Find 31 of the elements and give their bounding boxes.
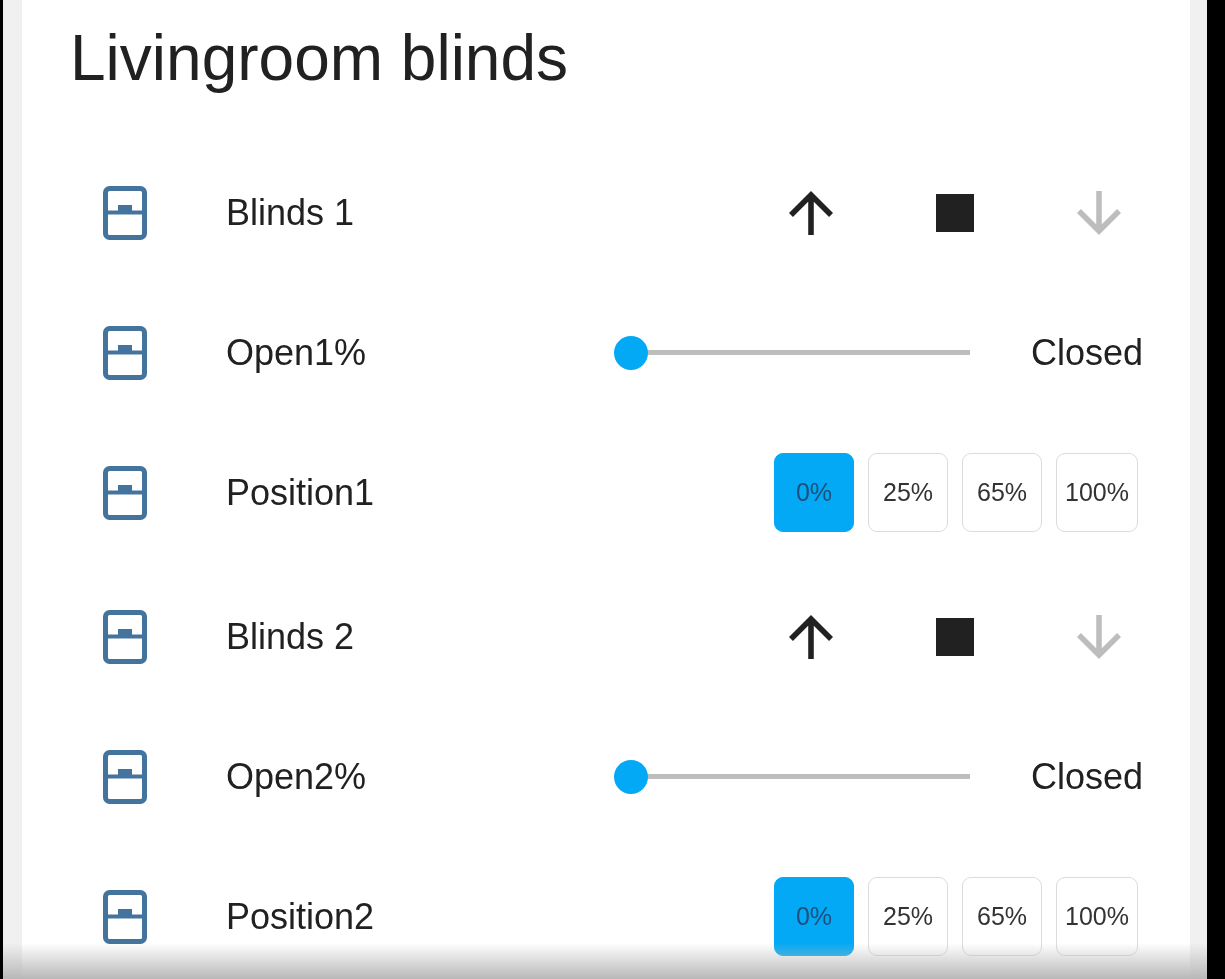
entity-name: Position1 xyxy=(226,471,375,514)
entity-name: Position2 xyxy=(226,895,375,938)
entity-name: Open1% xyxy=(226,331,367,374)
position-option-button[interactable]: 100% xyxy=(1056,453,1138,532)
down-arrow-icon xyxy=(1077,191,1121,235)
slider-track[interactable] xyxy=(613,335,970,370)
entity-name: Blinds 2 xyxy=(226,616,355,658)
slider-thumb[interactable] xyxy=(613,759,648,794)
position-option-button[interactable]: 65% xyxy=(962,877,1043,956)
window-blind-icon xyxy=(103,749,147,804)
slider-thumb[interactable] xyxy=(613,335,648,370)
window-blind-icon xyxy=(103,325,147,380)
stop-icon xyxy=(936,194,974,232)
slider-track[interactable] xyxy=(613,759,970,794)
position-option-button[interactable]: 65% xyxy=(962,453,1043,532)
entity-name: Open2% xyxy=(226,755,367,798)
slider-state-text: Closed xyxy=(1030,331,1143,374)
window-blind-icon xyxy=(103,465,147,520)
down-arrow-icon xyxy=(1077,615,1121,659)
slider-state-text: Closed xyxy=(1030,755,1143,798)
window-blind-icon xyxy=(103,889,147,944)
position-option-button[interactable]: 100% xyxy=(1056,877,1138,956)
window-blind-icon xyxy=(103,186,147,240)
position-option-button[interactable]: 25% xyxy=(868,877,949,956)
entity-name: Blinds 1 xyxy=(226,192,355,234)
position-option-button[interactable]: 25% xyxy=(868,453,949,532)
card-title: Livingroom blinds xyxy=(70,21,569,96)
up-arrow-icon xyxy=(789,191,833,235)
stop-icon xyxy=(936,618,974,656)
up-arrow-icon xyxy=(789,615,833,659)
window-blind-icon xyxy=(103,610,147,664)
